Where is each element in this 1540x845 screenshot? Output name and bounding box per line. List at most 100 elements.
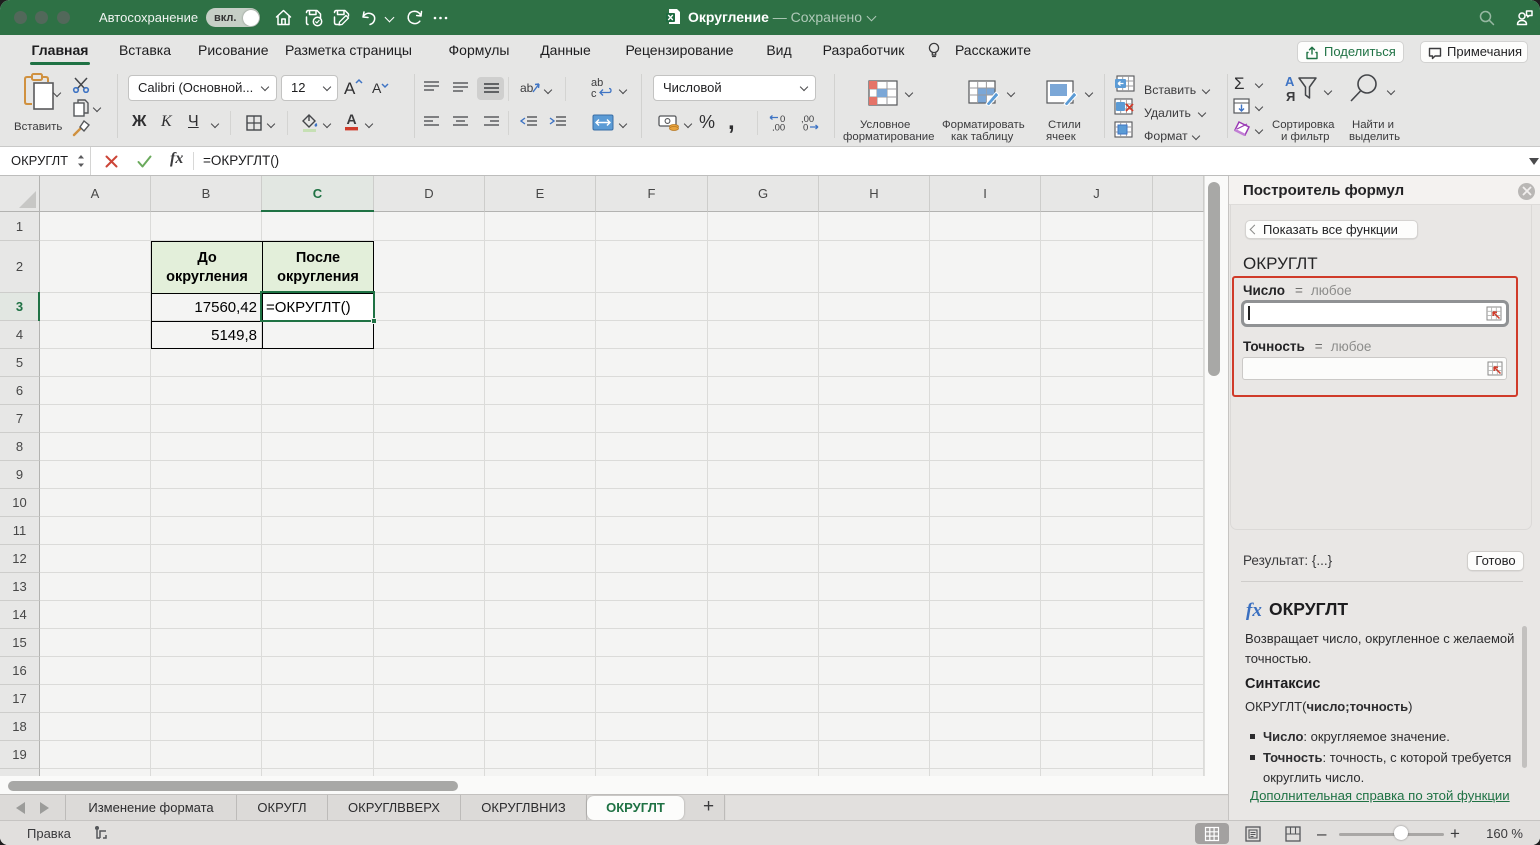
row-header-4[interactable]: 4 — [0, 321, 40, 349]
comments-button[interactable]: Примечания — [1420, 41, 1528, 63]
column-header-A[interactable]: A — [40, 176, 151, 212]
zoom-slider-knob[interactable] — [1394, 826, 1408, 840]
row-header-7[interactable]: 7 — [0, 405, 40, 433]
cell-B3[interactable]: 17560,42 — [151, 293, 262, 321]
insert-cells-chevron-icon[interactable] — [1201, 85, 1211, 95]
vertical-scrollbar-thumb[interactable] — [1208, 182, 1220, 376]
column-header-F[interactable]: F — [596, 176, 708, 212]
cut-icon[interactable] — [72, 77, 90, 93]
sheet-tab-5[interactable]: ОКРУГЛТ — [587, 796, 684, 820]
align-bottom-icon[interactable] — [484, 81, 499, 94]
ribbon-tab-6[interactable]: Данные — [538, 35, 593, 66]
formula-bar-expand-icon[interactable] — [1529, 158, 1539, 165]
copy-icon[interactable] — [73, 99, 90, 117]
row-header-12[interactable]: 12 — [0, 545, 40, 573]
insert-function-icon[interactable]: fx — [170, 150, 183, 168]
cell-styles-icon[interactable] — [1046, 80, 1078, 106]
shrink-font-button[interactable]: А — [372, 80, 389, 96]
wrap-text-icon[interactable]: ab c — [590, 76, 614, 98]
align-center-icon[interactable] — [453, 116, 468, 129]
delete-cells-icon[interactable] — [1114, 98, 1135, 115]
increase-indent-icon[interactable] — [549, 116, 566, 129]
borders-chevron-icon[interactable] — [266, 119, 276, 129]
sheet-nav-left-icon[interactable] — [16, 802, 25, 814]
enter-icon[interactable] — [137, 155, 152, 168]
formula-input[interactable]: =ОКРУГЛТ() — [203, 153, 279, 168]
underline-chevron-icon[interactable] — [210, 119, 220, 129]
percent-style-button[interactable]: % — [699, 112, 715, 133]
search-icon[interactable] — [1476, 7, 1497, 28]
ribbon-tab-2[interactable]: Вставка — [118, 35, 172, 66]
column-header-H[interactable]: H — [819, 176, 930, 212]
arg-1-input[interactable] — [1241, 300, 1509, 327]
paste-label[interactable]: Вставить — [14, 121, 62, 133]
bold-button[interactable]: Ж — [132, 113, 146, 131]
italic-button[interactable]: К — [161, 113, 172, 131]
name-box-stepper-icon[interactable] — [76, 152, 86, 170]
panel-scrollbar-thumb[interactable] — [1522, 626, 1527, 768]
column-header-G[interactable]: G — [708, 176, 819, 212]
ribbon-tab-4[interactable]: Разметка страницы — [280, 35, 417, 66]
ribbon-tab-5[interactable]: Формулы — [446, 35, 512, 66]
font-size-select[interactable]: 12 — [281, 75, 338, 101]
format-painter-icon[interactable] — [72, 119, 91, 137]
cell-B2[interactable]: До округления — [151, 241, 262, 293]
decrease-indent-icon[interactable] — [520, 116, 537, 129]
zoom-out-button[interactable]: – — [1317, 824, 1326, 844]
conditional-formatting-icon[interactable] — [868, 80, 898, 106]
zoom-slider-track[interactable] — [1339, 832, 1444, 836]
row-header-19[interactable]: 19 — [0, 741, 40, 769]
range-selector-icon[interactable] — [1487, 361, 1503, 376]
cell-styles-label-2[interactable]: ячеек — [1046, 131, 1076, 143]
zoom-value-label[interactable]: 160 % — [1478, 826, 1523, 841]
show-all-functions-button[interactable]: Показать все функции — [1245, 220, 1418, 239]
share-user-icon[interactable] — [1514, 7, 1535, 28]
done-button[interactable]: Готово — [1467, 551, 1524, 571]
ribbon-tab-7[interactable]: Рецензирование — [621, 35, 738, 66]
merge-center-chevron-icon[interactable] — [618, 119, 628, 129]
delete-cells-label[interactable]: Удалить — [1144, 106, 1191, 120]
format-cells-label[interactable]: Формат — [1144, 129, 1188, 143]
format-as-table-label-1[interactable]: Форматировать — [942, 119, 1025, 131]
fill-down-icon[interactable] — [1233, 98, 1250, 114]
insert-cells-label[interactable]: Вставить — [1144, 83, 1196, 97]
share-button[interactable]: Поделиться — [1297, 41, 1404, 63]
function-help-link[interactable]: Дополнительная справка по этой функции — [1250, 788, 1510, 803]
row-header-5[interactable]: 5 — [0, 349, 40, 377]
cell-styles-chevron-icon[interactable] — [1084, 88, 1094, 98]
cell-C4[interactable] — [262, 321, 374, 349]
ribbon-tab-3[interactable]: Рисование — [198, 35, 269, 66]
autosum-chevron-icon[interactable] — [1254, 79, 1264, 89]
panel-close-button[interactable] — [1518, 182, 1535, 200]
row-header-16[interactable]: 16 — [0, 657, 40, 685]
column-header-J[interactable]: J — [1041, 176, 1153, 212]
merge-center-icon[interactable] — [592, 114, 614, 131]
comma-style-button[interactable]: , — [728, 108, 735, 136]
format-as-table-chevron-icon[interactable] — [1006, 88, 1016, 98]
find-select-icon[interactable] — [1347, 72, 1381, 106]
format-as-table-label-2[interactable]: как таблицу — [951, 131, 1013, 143]
horizontal-scrollbar-thumb[interactable] — [8, 781, 458, 791]
font-color-chevron-icon[interactable] — [364, 119, 374, 129]
row-header-10[interactable]: 10 — [0, 489, 40, 517]
sheet-tab-1[interactable]: Изменение формата — [65, 795, 237, 821]
row-header-3[interactable]: 3 — [0, 292, 40, 321]
conditional-formatting-label-1[interactable]: Условное — [860, 119, 910, 131]
row-header-18[interactable]: 18 — [0, 713, 40, 741]
grow-font-button[interactable]: А — [344, 78, 363, 99]
autosum-button[interactable]: Σ — [1234, 74, 1245, 94]
sheet-nav-right-icon[interactable] — [40, 802, 49, 814]
select-all-corner[interactable] — [0, 176, 40, 212]
currency-icon[interactable] — [658, 113, 680, 131]
normal-view-button[interactable] — [1195, 823, 1229, 844]
underline-button[interactable]: Ч — [188, 113, 199, 131]
clear-icon[interactable] — [1233, 120, 1251, 137]
sheet-tab-2[interactable]: ОКРУГЛ — [237, 795, 328, 821]
delete-cells-chevron-icon[interactable] — [1197, 108, 1207, 118]
orientation-chevron-icon[interactable] — [543, 85, 553, 95]
cancel-icon[interactable] — [105, 155, 118, 168]
copy-chevron-icon[interactable] — [92, 103, 102, 113]
arg-2-input[interactable] — [1242, 357, 1507, 380]
row-header-13[interactable]: 13 — [0, 573, 40, 601]
insert-cells-icon[interactable] — [1114, 75, 1135, 92]
